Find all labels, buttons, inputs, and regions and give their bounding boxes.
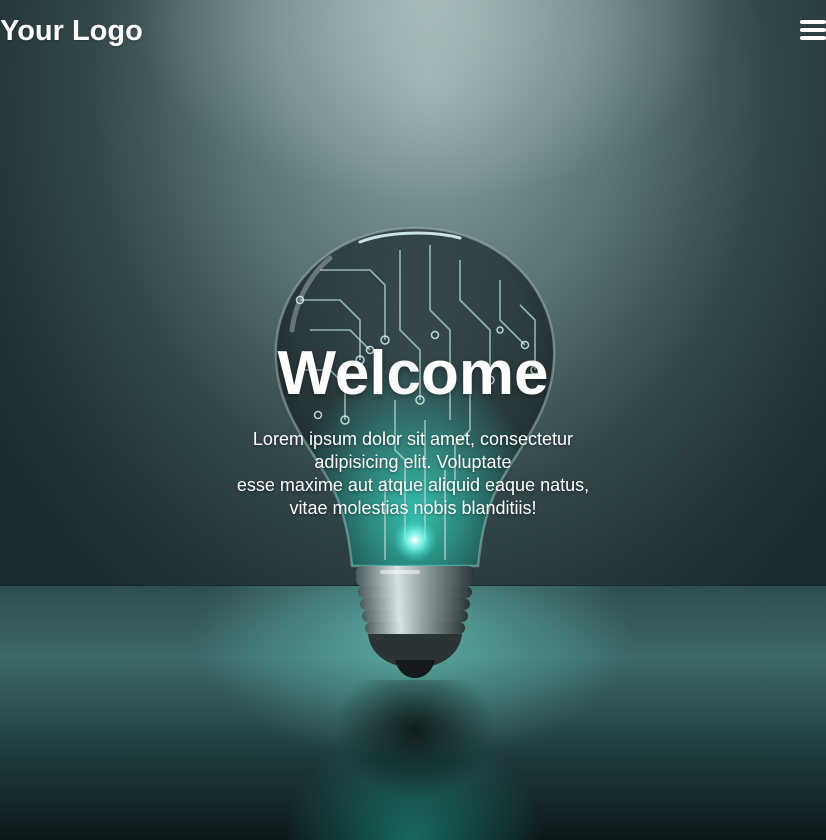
menu-bar-middle bbox=[800, 28, 826, 32]
hero-description-line: esse maxime aut atque aliquid eaque natu… bbox=[236, 475, 590, 495]
menu-bar-bottom bbox=[800, 36, 826, 40]
hero-description-line: Lorem ipsum dolor sit amet, consectetur bbox=[252, 429, 574, 449]
hero-content: Welcome Lorem ipsum dolor sit amet, cons… bbox=[150, 336, 676, 520]
bulb-base bbox=[356, 566, 474, 678]
hero-description: Lorem ipsum dolor sit amet, consectetur … bbox=[150, 428, 676, 520]
filament-spark bbox=[393, 518, 437, 562]
hero-title: Welcome bbox=[277, 339, 549, 408]
hamburger-menu-icon[interactable] bbox=[800, 18, 826, 42]
menu-bar-top bbox=[800, 20, 826, 24]
hero-section: Your Logo Welcome Lorem ipsum dolor sit … bbox=[0, 0, 826, 840]
hero-description-line: adipisicing elit. Voluptate bbox=[314, 452, 512, 472]
hero-description-line: vitae molestias nobis blanditiis! bbox=[289, 498, 537, 518]
logo[interactable]: Your Logo bbox=[0, 13, 143, 49]
